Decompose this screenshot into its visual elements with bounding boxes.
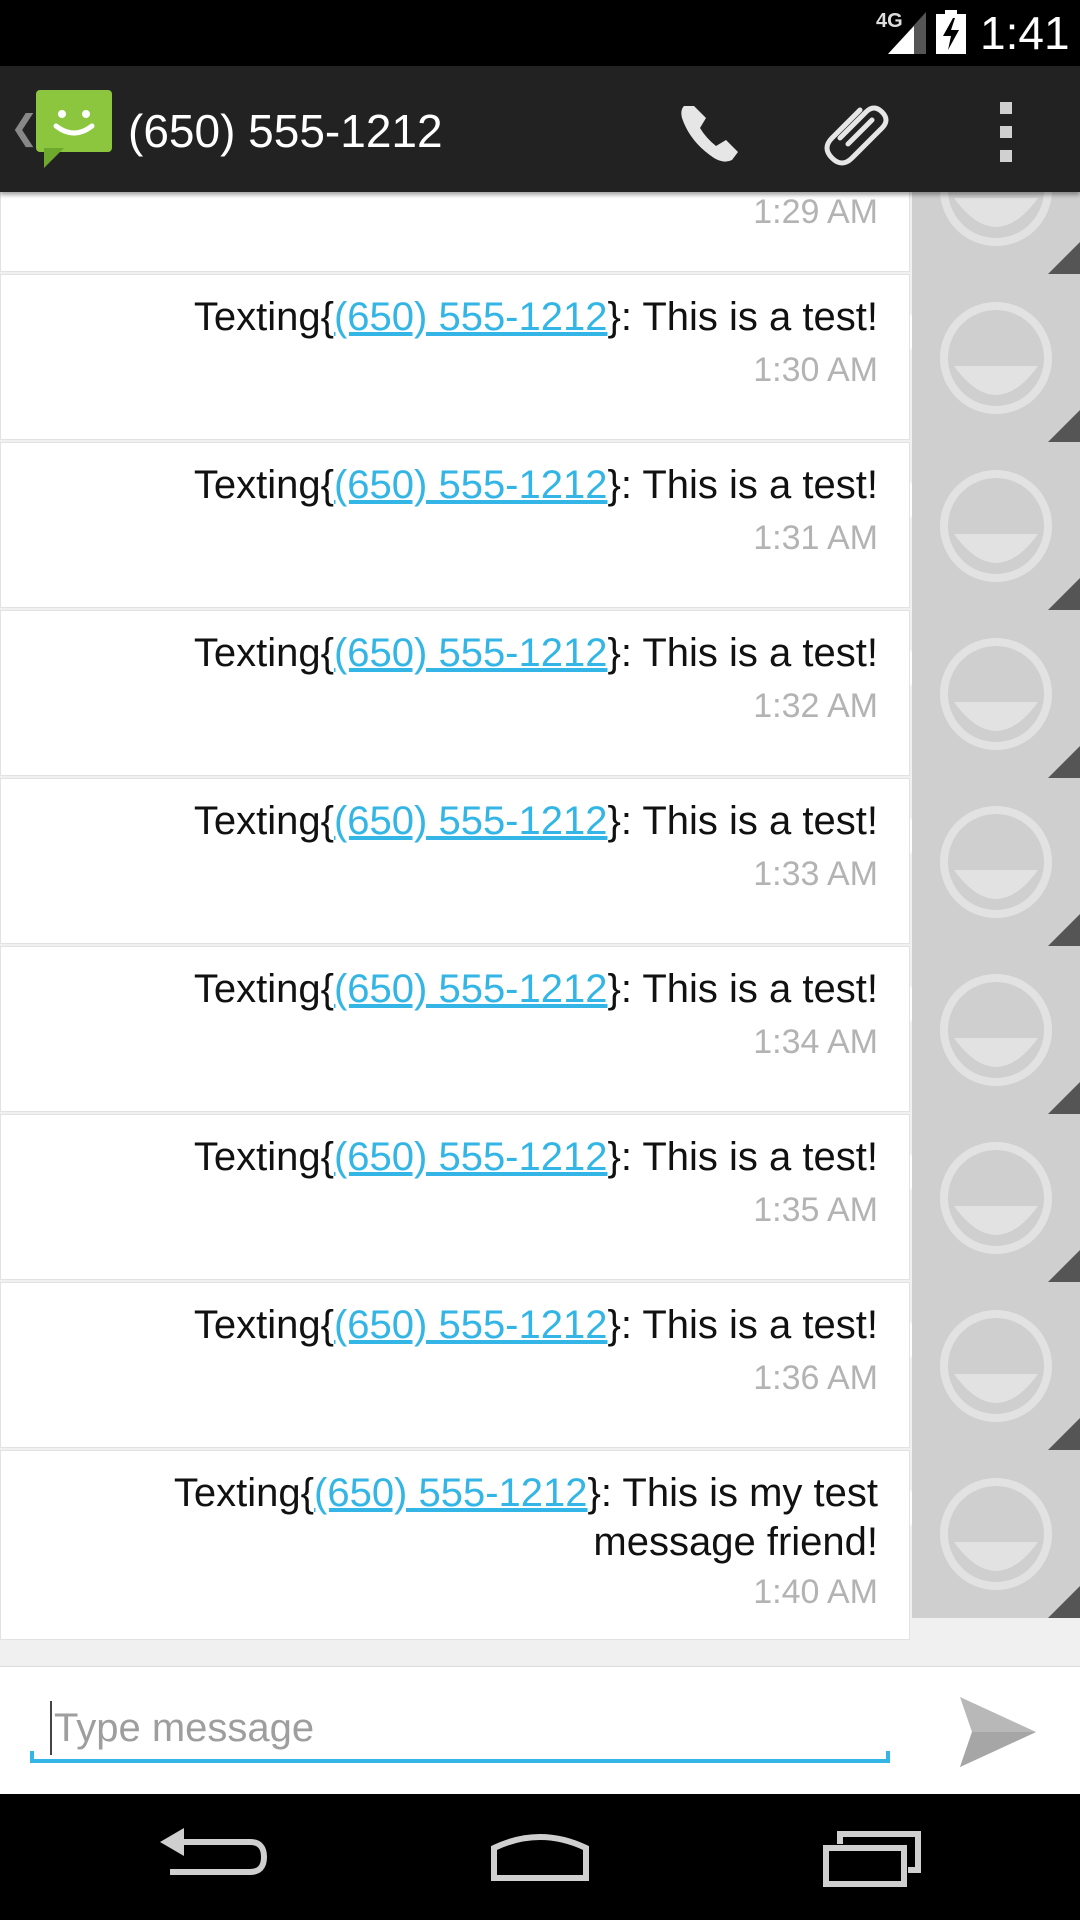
contact-avatar[interactable] [912, 1114, 1080, 1282]
phone-link[interactable]: (650) 555-1212 [314, 1471, 588, 1515]
message-prefix: Texting{ [173, 1471, 314, 1515]
message-prefix: Texting{ [193, 295, 334, 339]
navigation-bar [0, 1794, 1080, 1920]
message-item[interactable]: Texting{(650) 555-1212}: This is a test!… [0, 1114, 1080, 1282]
message-bubble: Texting{(650) 555-1212}: This is a test!… [0, 778, 910, 944]
message-bubble: Texting{(650) 555-1212}: This is my test… [0, 1450, 910, 1640]
message-timestamp: 1:40 AM [753, 1573, 878, 1611]
message-text: Texting{(650) 555-1212}: This is a test! [28, 965, 878, 1014]
contact-avatar[interactable] [912, 1282, 1080, 1450]
paperclip-icon[interactable] [818, 92, 898, 172]
message-timestamp: 1:34 AM [753, 1023, 878, 1061]
contact-avatar[interactable] [912, 610, 1080, 778]
back-icon[interactable] [150, 1822, 270, 1892]
message-prefix: Texting{ [193, 1303, 334, 1347]
send-icon[interactable] [956, 1691, 1038, 1773]
action-bar: ❮ (650) 555-1212 [0, 66, 1080, 192]
message-text: Texting{(650) 555-1212}: This is a test! [28, 1301, 878, 1350]
message-bubble: Texting{(650) 555-1212}: This is a test!… [0, 274, 910, 440]
message-text: Texting{(650) 555-1212}: This is a test! [28, 461, 878, 510]
phone-link[interactable]: (650) 555-1212 [334, 967, 608, 1011]
message-item[interactable]: 1:29 AM [0, 192, 1080, 274]
message-suffix: }: This is a test! [607, 967, 879, 1011]
message-suffix: }: This is a test! [607, 295, 879, 339]
message-bubble: Texting{(650) 555-1212}: This is a test!… [0, 946, 910, 1112]
contact-avatar[interactable] [912, 274, 1080, 442]
message-prefix: Texting{ [193, 1135, 334, 1179]
message-timestamp: 1:32 AM [753, 687, 878, 725]
message-prefix: Texting{ [193, 463, 334, 507]
phone-link[interactable]: (650) 555-1212 [334, 1303, 608, 1347]
message-bubble: 1:29 AM [0, 192, 910, 272]
message-item[interactable]: Texting{(650) 555-1212}: This is a test!… [0, 610, 1080, 778]
phone-link[interactable]: (650) 555-1212 [334, 463, 608, 507]
contact-avatar[interactable] [912, 946, 1080, 1114]
contact-avatar[interactable] [912, 192, 1080, 274]
contact-avatar[interactable] [912, 442, 1080, 610]
message-item[interactable]: Texting{(650) 555-1212}: This is a test!… [0, 274, 1080, 442]
message-text: Texting{(650) 555-1212}: This is a test! [28, 629, 878, 678]
message-timestamp: 1:29 AM [753, 193, 878, 231]
message-bubble: Texting{(650) 555-1212}: This is a test!… [0, 442, 910, 608]
phone-link[interactable]: (650) 555-1212 [334, 295, 608, 339]
status-clock: 1:41 [980, 7, 1070, 59]
message-timestamp: 1:35 AM [753, 1191, 878, 1229]
message-item[interactable]: Texting{(650) 555-1212}: This is a test!… [0, 1282, 1080, 1450]
conversation-title: (650) 555-1212 [128, 105, 443, 157]
home-icon[interactable] [480, 1822, 600, 1892]
message-input-underline [30, 1695, 890, 1763]
compose-bar [0, 1666, 1080, 1795]
messaging-app-icon[interactable] [34, 88, 114, 170]
phone-link[interactable]: (650) 555-1212 [334, 1135, 608, 1179]
message-suffix: }: This is a test! [607, 1135, 879, 1179]
message-bubble: Texting{(650) 555-1212}: This is a test!… [0, 1282, 910, 1448]
message-prefix: Texting{ [193, 967, 334, 1011]
message-timestamp: 1:30 AM [753, 351, 878, 389]
message-text: Texting{(650) 555-1212}: This is a test! [28, 293, 878, 342]
message-suffix: }: This is a test! [607, 463, 879, 507]
status-bar: 4G 1:41 [0, 0, 1080, 66]
message-timestamp: 1:31 AM [753, 519, 878, 557]
phone-icon[interactable] [670, 92, 750, 172]
message-bubble: Texting{(650) 555-1212}: This is a test!… [0, 1114, 910, 1280]
phone-link[interactable]: (650) 555-1212 [334, 631, 608, 675]
phone-link[interactable]: (650) 555-1212 [334, 799, 608, 843]
message-item[interactable]: Texting{(650) 555-1212}: This is a test!… [0, 946, 1080, 1114]
message-input[interactable] [50, 1701, 876, 1755]
message-text: Texting{(650) 555-1212}: This is a test! [28, 797, 878, 846]
contact-avatar[interactable] [912, 1450, 1080, 1618]
message-list[interactable]: 1:29 AM Texting{(650) 555-1212}: This is… [0, 192, 1080, 1640]
battery-charging-icon [936, 10, 966, 54]
message-suffix: }: This is my test message friend! [587, 1471, 878, 1564]
message-timestamp: 1:36 AM [753, 1359, 878, 1397]
message-suffix: }: This is a test! [607, 799, 879, 843]
message-item[interactable]: Texting{(650) 555-1212}: This is a test!… [0, 778, 1080, 946]
message-timestamp: 1:33 AM [753, 855, 878, 893]
recent-apps-icon[interactable] [812, 1822, 932, 1892]
overflow-menu-icon[interactable] [966, 92, 1046, 172]
message-item[interactable]: Texting{(650) 555-1212}: This is my test… [0, 1450, 1080, 1640]
contact-avatar[interactable] [912, 778, 1080, 946]
message-item[interactable]: Texting{(650) 555-1212}: This is a test!… [0, 442, 1080, 610]
message-suffix: }: This is a test! [607, 631, 879, 675]
message-bubble: Texting{(650) 555-1212}: This is a test!… [0, 610, 910, 776]
message-prefix: Texting{ [193, 631, 334, 675]
message-suffix: }: This is a test! [607, 1303, 879, 1347]
signal-icon [888, 12, 926, 54]
message-text: Texting{(650) 555-1212}: This is my test… [28, 1469, 878, 1567]
message-text: Texting{(650) 555-1212}: This is a test! [28, 1133, 878, 1182]
message-prefix: Texting{ [193, 799, 334, 843]
